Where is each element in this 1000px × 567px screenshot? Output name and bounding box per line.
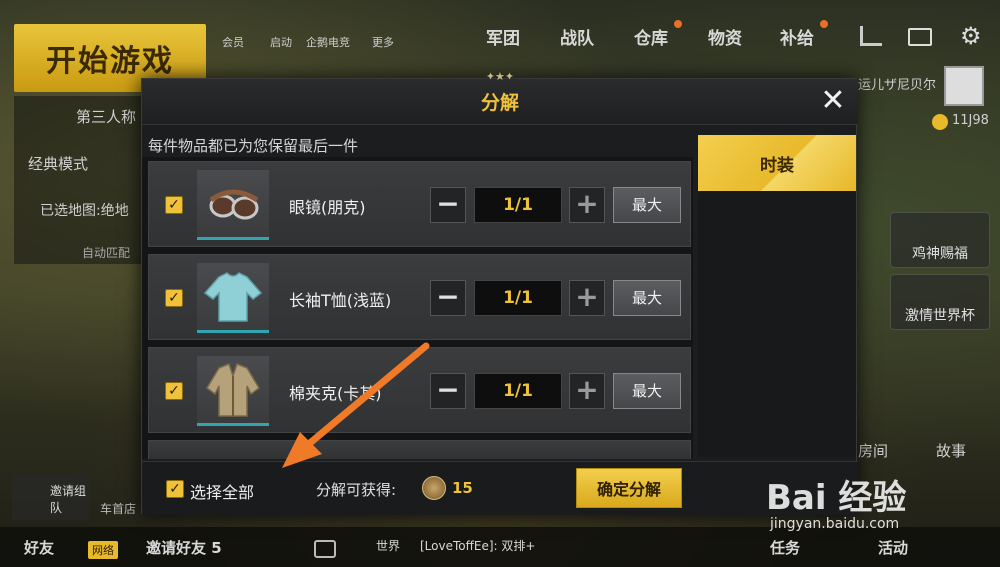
perspective-label[interactable]: 第三人称	[76, 106, 136, 127]
story-button[interactable]: 故事	[936, 440, 966, 461]
decompose-dialog: ✦★✦ 分解 ✕ 每件物品都已为您保留最后一件 ✓ 眼镜(朋克) − 1/1 +…	[141, 70, 858, 515]
annotation-arrow-icon	[282, 342, 430, 468]
coin-icon	[932, 114, 948, 130]
settings-gear-icon[interactable]: ⚙	[960, 22, 982, 50]
select-all-label[interactable]: 选择全部	[190, 479, 254, 503]
selected-map-label[interactable]: 已选地图:绝地	[40, 200, 129, 220]
gain-amount: 15	[452, 479, 473, 497]
events-button[interactable]: 活动	[878, 537, 908, 558]
friends-button[interactable]: 好友	[24, 537, 54, 558]
dialog-footer: ✓ 选择全部 分解可获得: 15 确定分解	[142, 461, 858, 515]
top-link-more[interactable]: 更多	[372, 34, 394, 50]
top-link-esports[interactable]: 企鹅电竞	[306, 34, 350, 50]
top-link-launch[interactable]: 启动	[270, 34, 292, 50]
avatar[interactable]	[944, 66, 984, 106]
increase-button[interactable]: +	[569, 280, 605, 316]
promo-card-label: 激情世界杯	[905, 308, 975, 324]
quantity-field[interactable]: 1/1	[474, 187, 562, 223]
quantity-field[interactable]: 1/1	[474, 373, 562, 409]
category-sidebar	[698, 191, 856, 457]
stats-icon[interactable]	[860, 26, 882, 46]
decrease-button[interactable]: −	[430, 280, 466, 316]
list-item: ✓ 眼镜(朋克) − 1/1 + 最大	[148, 161, 691, 247]
mail-icon[interactable]	[908, 28, 932, 46]
chat-message[interactable]: [LoveToffEe]: 双排+	[420, 537, 535, 554]
promo-card-blessing[interactable]: 鸡神赐福	[890, 212, 990, 268]
item-name: 长袖T恤(浅蓝)	[289, 291, 392, 310]
baidu-watermark-url: jingyan.baidu.com	[770, 516, 900, 532]
nav-tab-team[interactable]: 战队	[560, 24, 594, 54]
promo-card-label: 鸡神赐福	[912, 246, 968, 262]
jacket-icon	[197, 356, 269, 426]
notification-dot	[820, 20, 828, 28]
invite-team-label: 邀请组队	[50, 484, 87, 515]
nav-tab-legion[interactable]: 军团	[486, 24, 520, 54]
world-channel-label: 世界	[376, 539, 401, 553]
vehicle-shop-link[interactable]: 车首店	[100, 500, 136, 517]
select-all-checkbox[interactable]: ✓	[166, 480, 184, 498]
decrease-button[interactable]: −	[430, 187, 466, 223]
tab-costume[interactable]: 时装	[698, 135, 856, 191]
invite-friends-button[interactable]: 邀请好友 5	[146, 537, 222, 558]
notification-dot	[674, 20, 682, 28]
item-checkbox[interactable]: ✓	[165, 289, 183, 307]
promo-card-worldcup[interactable]: 激情世界杯	[890, 274, 990, 330]
item-name: 眼镜(朋克)	[289, 198, 366, 217]
list-item: ✓ 长袖T恤(浅蓝) − 1/1 + 最大	[148, 254, 691, 340]
goggles-icon	[197, 170, 269, 240]
dialog-subtitle: 每件物品都已为您保留最后一件	[148, 137, 359, 155]
quantity-field[interactable]: 1/1	[474, 280, 562, 316]
confirm-decompose-button[interactable]: 确定分解	[576, 468, 682, 508]
dialog-title: 分解	[480, 92, 519, 114]
invite-team-button[interactable]: 邀请组队	[12, 474, 90, 520]
max-button[interactable]: 最大	[613, 373, 681, 409]
chat-icon[interactable]	[314, 540, 336, 558]
shirt-icon	[197, 263, 269, 333]
increase-button[interactable]: +	[569, 373, 605, 409]
friends-badge: 网络	[88, 541, 118, 559]
close-button[interactable]: ✕	[818, 86, 848, 117]
room-button[interactable]: 房间	[858, 440, 888, 461]
nav-tab-resupply[interactable]: 补给	[780, 24, 814, 54]
coin-balance: 11J98	[952, 113, 989, 128]
baidu-watermark-logo: Bai 经验	[766, 478, 907, 518]
item-checkbox[interactable]: ✓	[165, 382, 183, 400]
auto-match-toggle[interactable]: 自动匹配	[82, 244, 130, 261]
max-button[interactable]: 最大	[613, 280, 681, 316]
item-checkbox[interactable]: ✓	[165, 196, 183, 214]
classic-mode-dropdown[interactable]: 经典模式	[28, 153, 88, 174]
tasks-button[interactable]: 任务	[770, 537, 800, 558]
player-name: 运儿ザ尼贝尔	[858, 78, 937, 93]
nav-tab-supplies[interactable]: 物资	[708, 24, 742, 54]
title-ornament-icon: ✦★✦	[485, 70, 515, 83]
increase-button[interactable]: +	[569, 187, 605, 223]
nav-tab-warehouse[interactable]: 仓库	[634, 24, 668, 54]
top-link-vip[interactable]: 会员	[222, 34, 244, 50]
max-button[interactable]: 最大	[613, 187, 681, 223]
gain-label: 分解可获得:	[316, 481, 397, 499]
